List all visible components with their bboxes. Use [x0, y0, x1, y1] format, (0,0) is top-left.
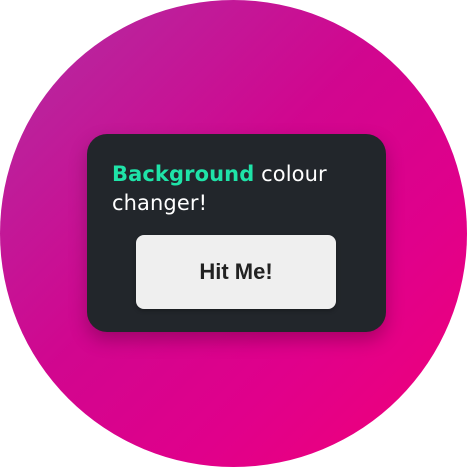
heading-accent-word: Background: [112, 162, 255, 186]
color-changer-card: Background colour changer! Hit Me!: [87, 134, 386, 332]
hit-me-button[interactable]: Hit Me!: [136, 235, 336, 309]
card-heading: Background colour changer!: [112, 160, 362, 218]
gradient-background: Background colour changer! Hit Me!: [0, 0, 467, 467]
